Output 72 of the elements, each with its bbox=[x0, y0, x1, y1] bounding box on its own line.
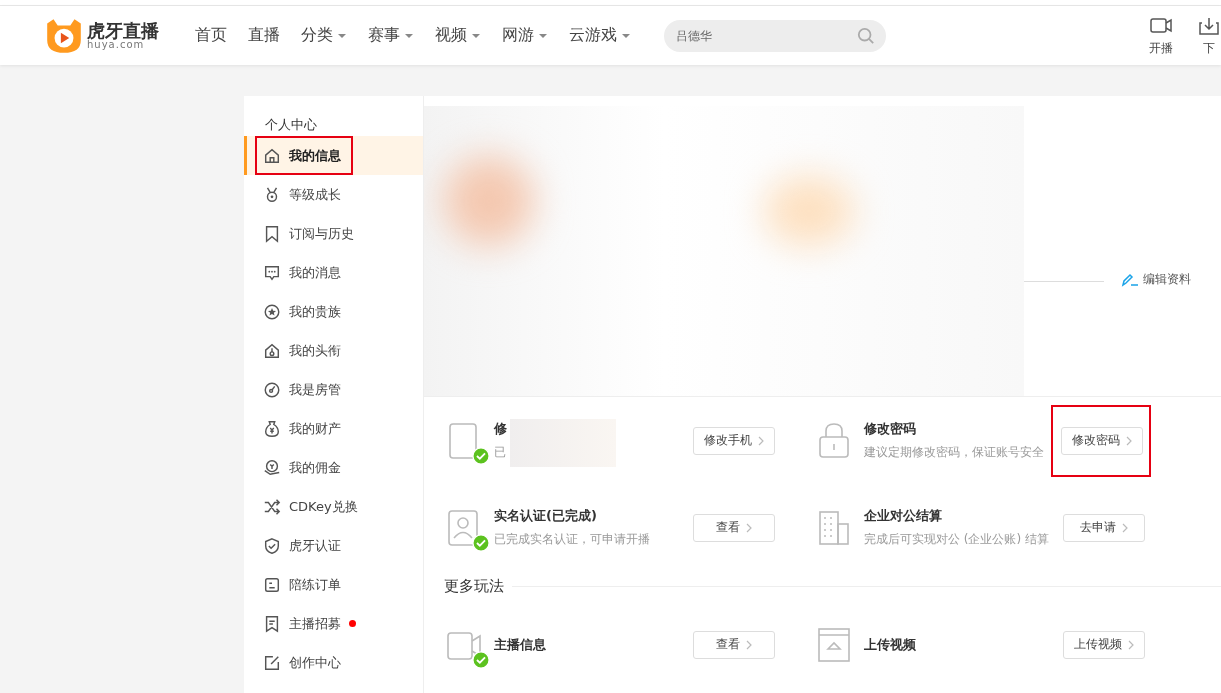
coin-hand-icon bbox=[263, 458, 281, 477]
chevron-right-icon bbox=[746, 639, 752, 650]
sidebar-item[interactable]: 陪练订单 bbox=[244, 565, 423, 604]
sidebar-title: 个人中心 bbox=[264, 116, 318, 134]
nav-link[interactable]: 赛事 bbox=[368, 25, 414, 46]
sidebar-item[interactable]: 创作中心 bbox=[244, 643, 423, 682]
item-title: 主播信息 bbox=[494, 635, 547, 654]
item-title: 修 bbox=[494, 420, 508, 438]
flag-icon bbox=[263, 614, 281, 633]
logo-text[interactable]: 虎牙直播 bbox=[87, 21, 159, 40]
caret-icon bbox=[404, 32, 414, 39]
shield-check-icon bbox=[263, 536, 281, 555]
action-button[interactable]: 去申请 bbox=[1063, 513, 1145, 542]
chevron-right-icon bbox=[1128, 639, 1134, 650]
bookmark-icon bbox=[263, 224, 281, 243]
caret-icon bbox=[621, 32, 631, 39]
caret-icon bbox=[337, 32, 347, 39]
sidebar-item[interactable]: CDKey兑换 bbox=[244, 487, 423, 526]
item-title: 上传视频 bbox=[864, 635, 917, 654]
action-button[interactable]: 上传视频 bbox=[1063, 630, 1145, 659]
action-button[interactable]: 查看 bbox=[693, 513, 775, 542]
shuffle-icon bbox=[263, 497, 281, 516]
nav-link[interactable]: 网游 bbox=[502, 25, 548, 46]
item-title: 实名认证(已完成) bbox=[494, 507, 598, 525]
header-action-link[interactable]: 开播 bbox=[1149, 14, 1173, 57]
action-button[interactable]: 修改手机 bbox=[693, 426, 775, 455]
sidebar-item[interactable]: 我的消息 bbox=[244, 253, 423, 292]
logo-domain: huya.com bbox=[87, 39, 145, 50]
chevron-right-icon bbox=[1122, 522, 1128, 533]
sidebar-item[interactable]: 我的头衔 bbox=[244, 331, 423, 370]
nav-link[interactable]: 直播 bbox=[248, 25, 280, 46]
money-bag-icon bbox=[263, 419, 281, 438]
house-badge-icon bbox=[263, 341, 281, 360]
sidebar-item[interactable]: 订阅与历史 bbox=[244, 214, 423, 253]
nav-link[interactable]: 分类 bbox=[301, 25, 347, 46]
sidebar-item[interactable]: 我的信息 bbox=[244, 136, 423, 175]
header-action-link[interactable]: 下 bbox=[1197, 14, 1221, 57]
chevron-right-icon bbox=[746, 522, 752, 533]
nav-link[interactable]: 云游戏 bbox=[569, 25, 631, 46]
search-icon[interactable] bbox=[857, 26, 875, 45]
item-title: 修改密码 bbox=[864, 420, 917, 438]
pencil-icon bbox=[1121, 272, 1139, 287]
chevron-right-icon bbox=[1126, 435, 1132, 446]
order-form-icon bbox=[263, 575, 281, 594]
nav-link[interactable]: 首页 bbox=[195, 25, 227, 46]
gauge-icon bbox=[263, 380, 281, 399]
sidebar-item[interactable]: 等级成长 bbox=[244, 175, 423, 214]
action-button[interactable]: 查看 bbox=[693, 630, 775, 659]
edit-icon bbox=[263, 653, 281, 672]
sidebar-item[interactable]: 我的贵族 bbox=[244, 292, 423, 331]
section-title: 更多玩法 bbox=[444, 576, 504, 596]
item-description: 已完成实名认证，可申请开播 bbox=[494, 531, 651, 548]
item-description: 建议定期修改密码，保证账号安全 bbox=[864, 444, 1045, 461]
item-title: 企业对公结算 bbox=[864, 507, 943, 525]
chat-bubble-icon bbox=[263, 263, 281, 282]
star-circle-icon bbox=[263, 302, 281, 321]
item-description: 完成后可实现对公 (企业公账) 结算 bbox=[864, 531, 1050, 548]
nav-link[interactable]: 视频 bbox=[435, 25, 481, 46]
chevron-right-icon bbox=[758, 435, 764, 446]
sidebar-item[interactable]: 我是房管 bbox=[244, 370, 423, 409]
search-field[interactable]: 吕德华 bbox=[664, 19, 886, 52]
caret-icon bbox=[538, 32, 548, 39]
sidebar-item[interactable]: 我的财产 bbox=[244, 409, 423, 448]
action-button[interactable]: 修改密码 bbox=[1061, 426, 1143, 455]
caret-icon bbox=[471, 32, 481, 39]
sidebar-item[interactable]: 虎牙认证 bbox=[244, 526, 423, 565]
house-icon bbox=[263, 146, 281, 165]
sidebar-item[interactable]: 主播招募 bbox=[244, 604, 423, 643]
sidebar-item[interactable]: 我的佣金 bbox=[244, 448, 423, 487]
edit-profile-link[interactable]: 编辑资料 bbox=[1121, 271, 1191, 288]
highlight-frame: 我的信息 bbox=[255, 136, 353, 175]
item-description: 已 bbox=[494, 444, 507, 461]
